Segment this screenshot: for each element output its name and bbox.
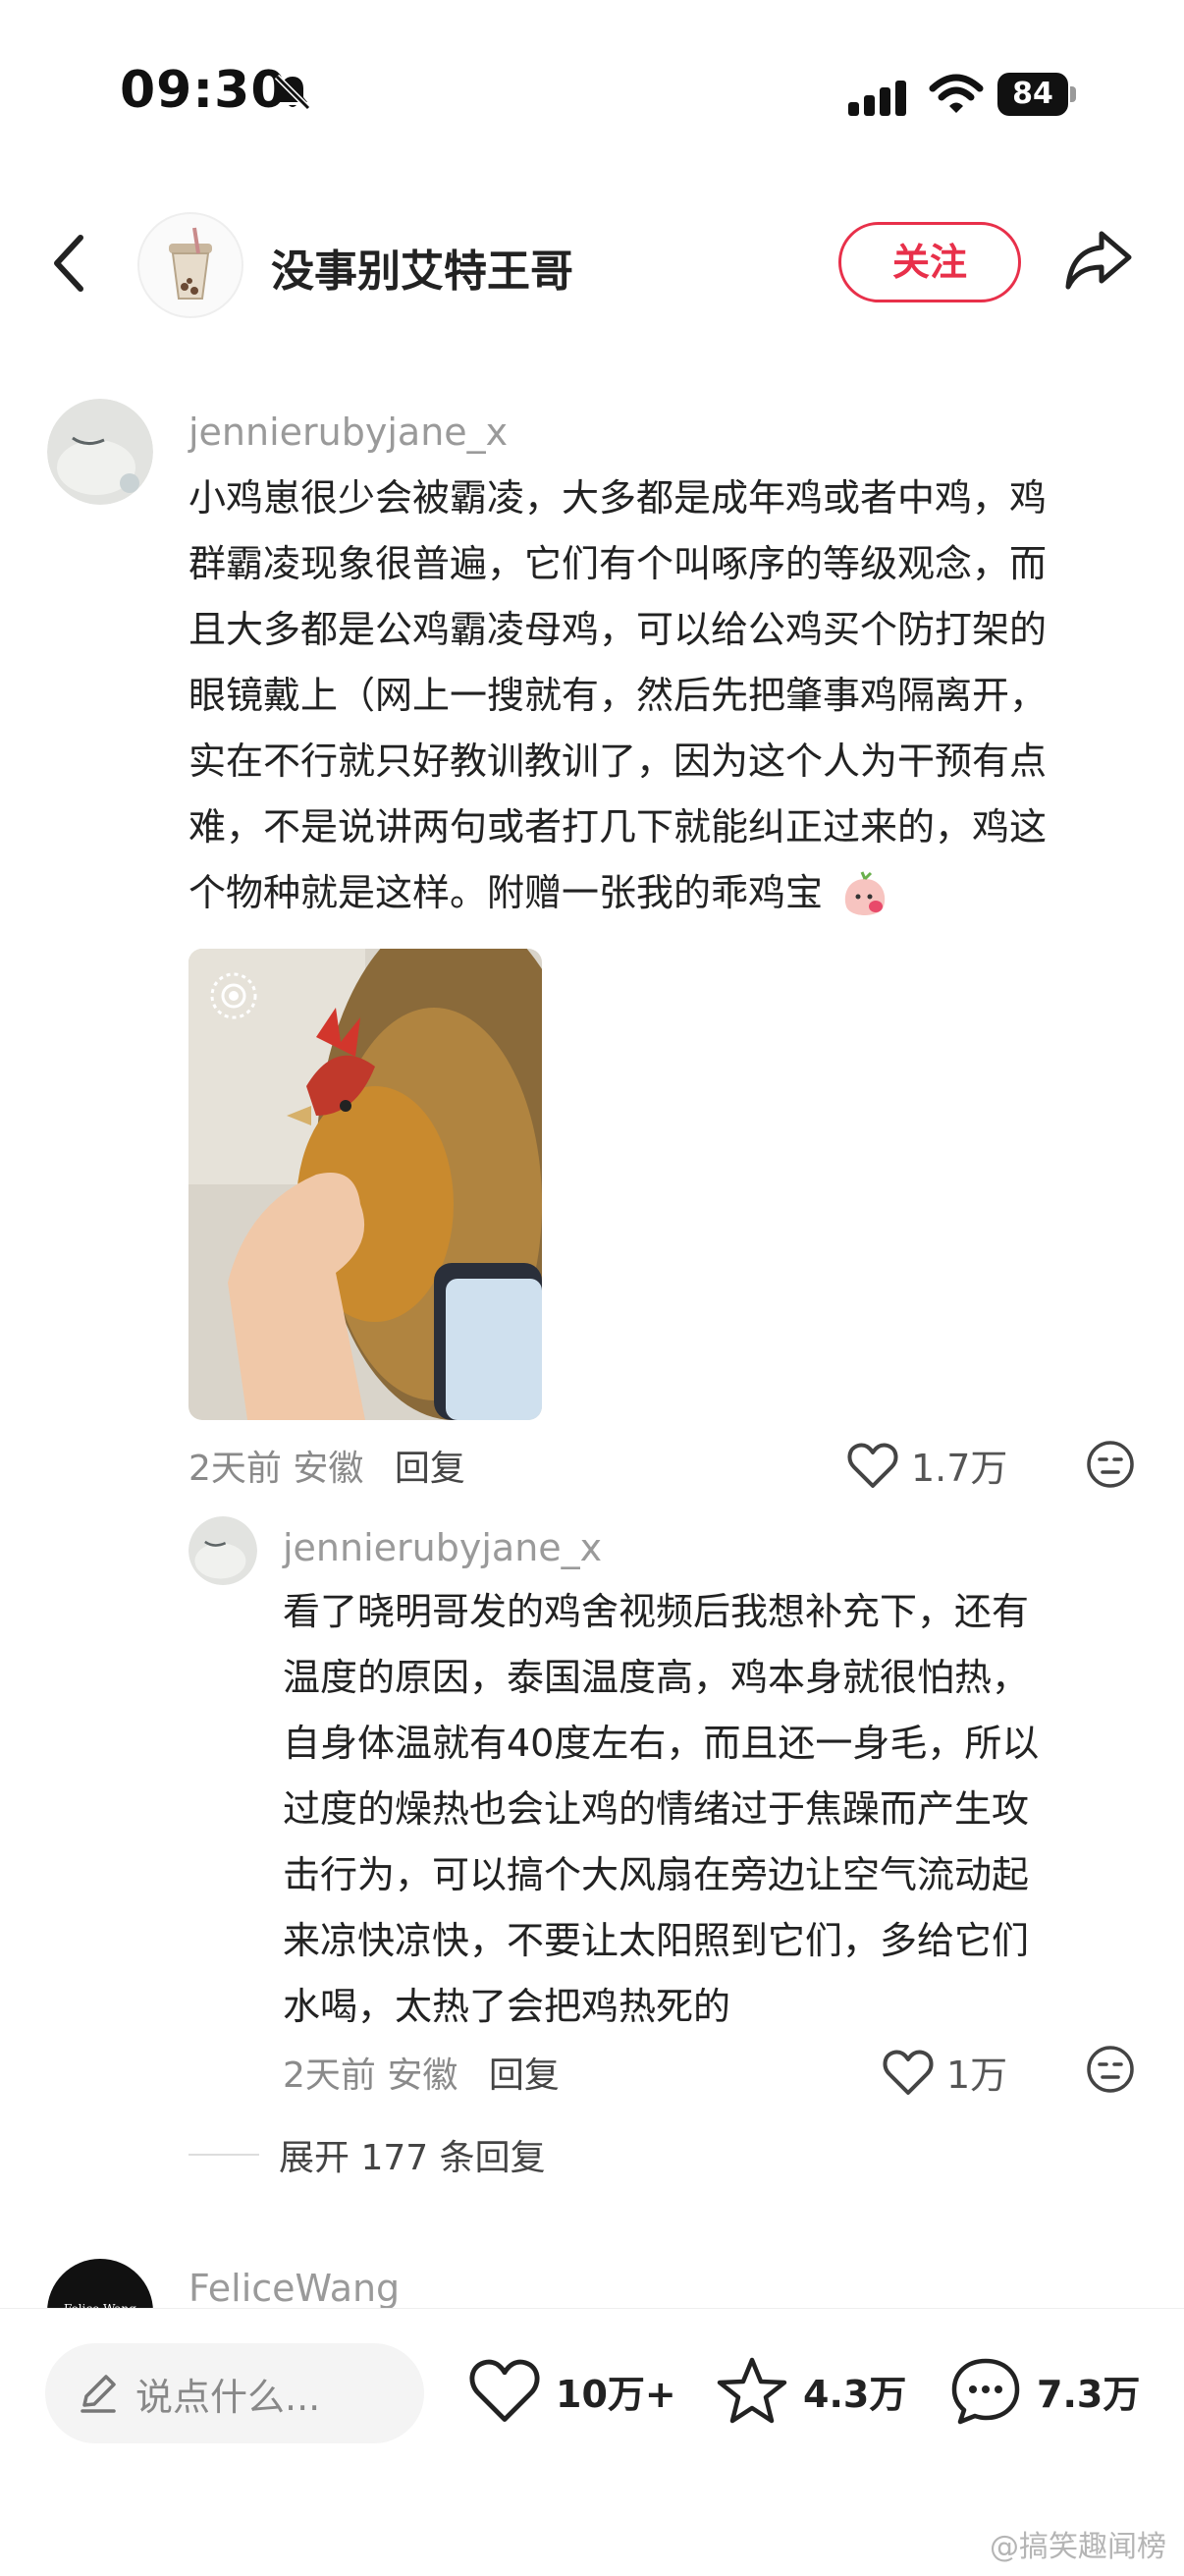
wifi-icon [929,74,984,113]
author-avatar[interactable] [137,212,243,318]
expand-replies-button[interactable]: 展开 177 条回复 [188,2129,546,2180]
like-count: 1.7万 [911,1447,1008,1490]
reply-line: 过度的燥热也会让鸡的情绪过于焦躁而产生攻 [283,1787,1030,1831]
reply-time: 2天前 [283,2055,376,2096]
reply-avatar[interactable] [188,1516,257,1585]
reply-username[interactable]: jennierubyjane_x [283,1526,602,1569]
favorite-count: 4.3万 [803,2372,907,2416]
reply-like-count: 1万 [946,2054,1008,2097]
status-time: 09:30 [120,61,288,120]
reply-like-button[interactable]: 1万 [882,2045,1007,2099]
share-icon[interactable] [1062,226,1135,295]
pencil-icon [81,2375,116,2413]
reply-line: 自身体温就有40度左右，而且还一身毛，所以 [283,1722,1040,1765]
comments-button[interactable]: 7.3万 [948,2355,1140,2426]
reply-line: 温度的原因，泰国温度高，鸡本身就很怕热， [283,1656,1030,1699]
comment-like-button[interactable]: 1.7万 [846,1438,1007,1492]
favorite-button[interactable]: 4.3万 [715,2355,906,2426]
reply-line: 水喝，太热了会把鸡热死的 [283,1985,731,2028]
commenter-avatar[interactable] [47,399,153,505]
comment-line: 个物种就是这样。附赠一张我的乖鸡宝 [188,860,1141,926]
battery-level: 84 [997,73,1068,116]
reply-location: 安徽 [387,2055,458,2096]
heart-icon [847,1443,898,1488]
cellular-signal-icon [848,81,906,116]
reply-body: 看了晓明哥发的鸡舍视频后我想补充下，还有 温度的原因，泰国温度高，鸡本身就很怕热… [283,1579,1147,2040]
comment-username[interactable]: FeliceWang [188,2267,400,2310]
like-post-button[interactable]: 10万+ [467,2355,676,2426]
comment-input[interactable]: 说点什么... [45,2343,424,2443]
watermark: @搞笑趣闻榜 [990,2530,1166,2564]
dislike-face-icon[interactable] [1086,1440,1135,1489]
post-like-count: 10万+ [556,2372,676,2416]
battery-indicator: 84 [997,73,1076,116]
expand-divider [188,2154,259,2156]
reply-line: 击行为，可以搞个大风扇在旁边让空气流动起 [283,1853,1030,1896]
follow-button[interactable]: 关注 [838,222,1021,302]
reply-reply-button[interactable]: 回复 [489,2055,560,2096]
comment-count: 7.3万 [1037,2372,1141,2416]
back-arrow-icon[interactable] [49,232,88,295]
comment-line: 小鸡崽很少会被霸凌，大多都是成年鸡或者中鸡，鸡 [188,476,1048,520]
peach-emoji-icon [844,870,886,915]
expand-label: 展开 177 条回复 [279,2138,546,2178]
star-icon [717,2357,787,2424]
reply-line: 来凉快凉快，不要让太阳照到它们，多给它们 [283,1919,1030,1962]
comment-line: 且大多都是公鸡霸凌母鸡，可以给公鸡买个防打架的 [188,608,1048,651]
reply-button[interactable]: 回复 [395,1449,465,1489]
comment-line: 难，不是说讲两句或者打几下就能纠正过来的，鸡这 [188,805,1048,849]
author-name[interactable]: 没事别艾特王哥 [271,236,573,299]
comment-input-placeholder: 说点什么... [135,2375,321,2419]
comment-line: 眼镜戴上（网上一搜就有，然后先把肇事鸡隔离开， [188,674,1048,717]
comment-line: 实在不行就只好教训教训了，因为这个人为干预有点 [188,740,1048,783]
comment-bubble-icon [951,2358,1020,2425]
comment-photo[interactable] [188,949,542,1420]
comment-time: 2天前 [188,1449,282,1489]
comment-line: 群霸凌现象很普遍，它们有个叫啄序的等级观念，而 [188,542,1048,585]
reply-line: 看了晓明哥发的鸡舍视频后我想补充下，还有 [283,1590,1030,1633]
comment-meta: 2天前 安徽 回复 [188,1440,465,1491]
reply-meta: 2天前 安徽 回复 [283,2047,560,2098]
comment-username[interactable]: jennierubyjane_x [188,411,508,454]
comment-location: 安徽 [293,1449,364,1489]
heart-icon [883,2050,934,2095]
heart-icon [469,2359,540,2423]
dislike-face-icon[interactable] [1086,2045,1135,2094]
bubble-tea-icon [169,227,212,300]
silent-bell-icon [274,74,311,111]
comment-body: 小鸡崽很少会被霸凌，大多都是成年鸡或者中鸡，鸡 群霸凌现象很普遍，它们有个叫啄序… [188,466,1141,926]
comment-line-text: 个物种就是这样。附赠一张我的乖鸡宝 [188,871,824,914]
